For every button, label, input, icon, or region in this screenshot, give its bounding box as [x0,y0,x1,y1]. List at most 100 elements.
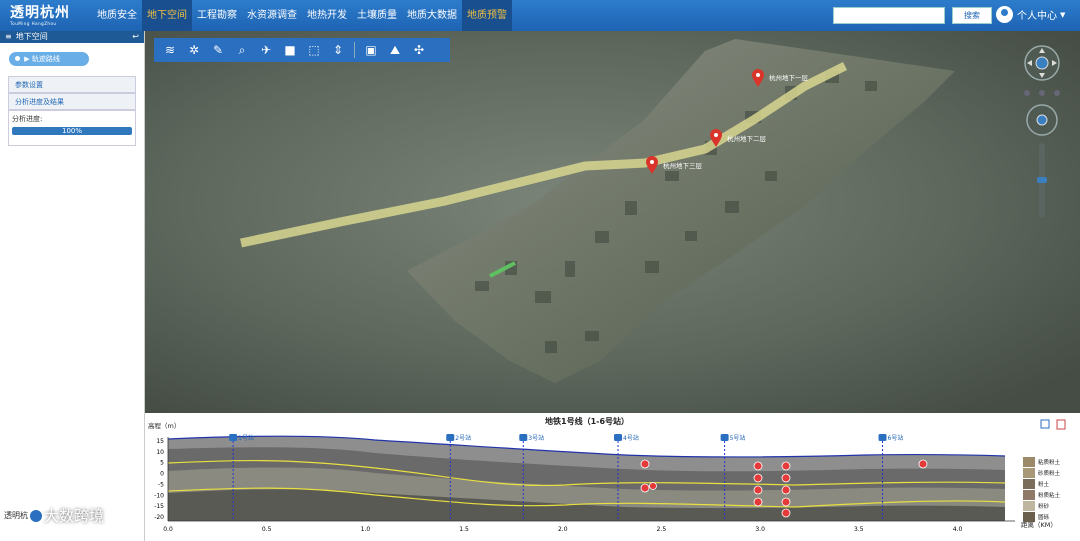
menu-icon[interactable]: ≡ [5,32,12,41]
x-tick-label: 1.5 [459,526,469,533]
geological-profile-panel: 地铁1号线（1-6号站） 高程（m） 距离（KM） 15 10 5 0 -5 -10 -15… [145,413,1080,541]
train-station-icon[interactable] [519,434,528,441]
map-icon[interactable]: ⛰ [387,42,403,58]
y-tick-label: 15 [156,438,164,445]
train-station-icon[interactable] [614,434,623,441]
legend-label: 粘质粉土 [1038,458,1061,466]
legend-label: 粉砂 [1038,502,1050,510]
logo: 透明杭州 TouMing HangZhou [0,0,92,31]
y-tick-label: -10 [154,492,164,499]
caret-down-icon: ▼ [1060,10,1066,19]
compass-control[interactable] [1024,45,1060,81]
nav-item-soil-quality[interactable]: 土壤质量 [352,0,402,31]
station-label: 2号站 [455,434,471,442]
train-station-icon[interactable] [720,434,729,441]
geological-profile-chart: 地铁1号线（1-6号站） 高程（m） 距离（KM） 151050-5-10-15… [148,416,1066,533]
y-axis-label: 高程（m） [148,421,180,430]
zoom-slider-handle[interactable] [1037,177,1047,183]
y-ticks: 15 10 5 0 -5 -10 -15 -20 [154,438,164,521]
layers-icon[interactable]: ≋ [162,42,178,58]
nav-item-geo-warning[interactable]: 地质预警 [462,0,512,31]
main-nav: 地质安全 地下空间 工程勘察 水资源调查 地热开发 土壤质量 地质大数据 地质预… [92,0,512,31]
magnifier-icon[interactable]: ⌕ [234,42,250,58]
legend-label: 粉土 [1038,480,1050,488]
track-route-label: 轨迹路线 [31,55,60,63]
nav-item-engineering-survey[interactable]: 工程勘察 [192,0,242,31]
back-icon[interactable]: ↩ [132,31,139,43]
left-panel-header: ≡ 地下空间 ↩ [0,31,144,43]
left-panel: ≡ 地下空间 ↩ ▶ 轨迹路线 参数设置 分析进度及结果 分析进度: 100% [0,31,145,541]
param-settings-panel[interactable]: 参数设置 [8,76,136,93]
search-area: 搜索 [833,7,992,24]
map-toolbar: ≋ ✲ ✎ ⌕ ✈ ■ ⬚ ⇕ ▣ ⛰ ✣ [154,38,450,62]
station-label: 1号站 [238,434,254,442]
x-tick-label: 0.0 [163,526,173,533]
x-tick-label: 1.0 [361,526,371,533]
x-tick-label: 3.0 [755,526,765,533]
avatar-icon [996,6,1013,23]
frame-icon[interactable]: ▣ [363,42,379,58]
user-menu[interactable]: 个人中心 ▼ [996,6,1065,23]
zoom-dot-right[interactable] [1054,90,1060,96]
progress-label: 分析进度: [12,115,43,123]
y-tick-label: -20 [154,514,164,521]
toolbar-divider [354,42,355,58]
brush-icon[interactable]: ✎ [210,42,226,58]
map-scene: 杭州地下一层 杭州地下二层 杭州地下三层 [145,31,1080,413]
watermark: 透明杭 大数跨境 [4,505,104,526]
legend-label: 圆砾 [1038,513,1050,521]
scatter-icon[interactable]: ✲ [186,42,202,58]
station-label: 6号站 [888,434,904,442]
profile-title: 地铁1号线（1-6号站） [545,416,629,426]
map-3d-view[interactable]: 杭州地下一层 杭州地下二层 杭州地下三层 ≋ ✲ ✎ ⌕ ✈ ■ ⬚ ⇕ ▣ ⛰… [145,31,1080,413]
user-menu-label: 个人中心 [1017,11,1057,22]
x-tick-label: 4.0 [953,526,963,533]
legend-swatch [1023,468,1035,478]
station-label: 3号站 [528,434,544,442]
nav-item-geo-safety[interactable]: 地质安全 [92,0,142,31]
nav-item-underground-space[interactable]: 地下空间 [142,0,192,31]
radio-icon [15,56,20,61]
station-label: 4号站 [623,434,639,442]
train-station-icon[interactable] [446,434,455,441]
left-panel-title: 地下空间 [15,32,48,41]
station-label: 5号站 [730,434,746,442]
cube-icon[interactable]: ⬚ [306,42,322,58]
marker-label-1: 杭州地下一层 [769,73,809,82]
progress-bar: 100% [12,127,132,135]
search-input[interactable] [833,7,945,24]
navigation-controls [1024,45,1060,218]
fullscreen-icon[interactable] [1040,419,1050,429]
logo-title: 透明杭州 [10,4,70,21]
y-tick-label: 5 [160,460,164,467]
train-station-icon[interactable] [878,434,887,441]
nav-item-geothermal[interactable]: 地热开发 [302,0,352,31]
watermark-logo-icon [30,509,42,522]
tilt-control[interactable] [1026,104,1058,136]
zoom-dot-left[interactable] [1024,90,1030,96]
marker-label-2: 杭州地下二层 [727,134,767,143]
legend-swatch [1023,501,1035,511]
square-icon[interactable]: ■ [282,42,298,58]
search-button[interactable]: 搜索 [952,7,992,24]
track-route-button[interactable]: ▶ 轨迹路线 [9,52,89,66]
legend-swatch [1023,479,1035,489]
drone-icon[interactable]: ✣ [411,42,427,58]
nav-item-water-resources[interactable]: 水资源调查 [242,0,302,31]
nav-item-geo-big-data[interactable]: 地质大数据 [402,0,462,31]
plane-icon[interactable]: ✈ [258,42,274,58]
watermark-small: 透明杭 [4,511,28,520]
x-tick-label: 3.5 [854,526,864,533]
export-icon[interactable] [1056,419,1066,430]
train-station-icon[interactable] [229,434,238,441]
x-tick-label: 2.5 [657,526,667,533]
zoom-dot-mid[interactable] [1039,90,1045,96]
legend-label: 砂质粉土 [1038,469,1061,477]
section-icon[interactable]: ⇕ [330,42,346,58]
logo-subtitle: TouMing HangZhou [10,20,57,26]
watermark-text: 大数跨境 [44,507,105,525]
play-icon: ▶ [24,55,30,63]
app-root: 透明杭州 TouMing HangZhou 地质安全 地下空间 工程勘察 水资源… [0,0,1080,541]
y-tick-label: 0 [160,471,164,478]
analysis-results-panel[interactable]: 分析进度及结果 [8,93,136,110]
